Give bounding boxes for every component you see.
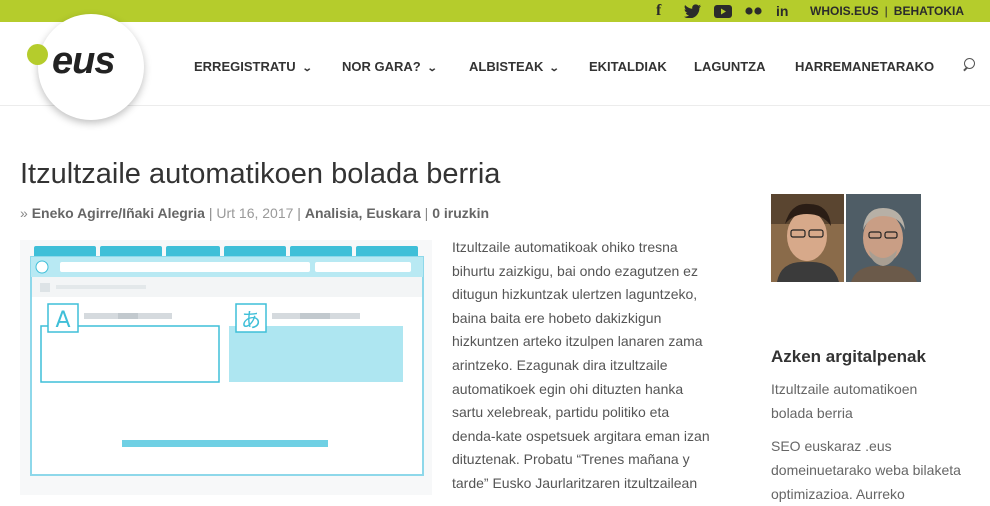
body-line: Itzultzaile automatikoak ohiko tresna [452,239,678,255]
meta-separator: | [420,205,433,221]
nav-item-ekitaldiak[interactable]: EKITALDIAK [589,59,667,74]
nav-label: ERREGISTRATU [194,59,296,74]
youtube-icon [714,4,732,18]
recent-posts-list: Itzultzaile automatikoen bolada berria S… [771,377,986,506]
body-line: tarde” Eusko Jaurlaritzaren itzultzailea… [452,474,698,491]
article-body: Itzultzaile automatikoak ohiko tresna bi… [452,236,742,496]
nav-item-harremanetarako[interactable]: HARREMANETARAKO [795,59,934,74]
nav-label: ALBISTEAK [469,59,544,74]
chevron-down-icon: ⌄ [426,63,438,74]
nav-item-nor-gara[interactable]: NOR GARA? ⌄ [342,59,438,74]
body-line: arintzeko. Ezagunak dira itzultzaile [452,356,668,373]
meta-separator: | [293,205,305,221]
nav-label: EKITALDIAK [589,59,667,74]
nav-item-laguntza[interactable]: LAGUNTZA [694,59,766,74]
search-icon[interactable] [962,58,976,74]
nav-item-albisteak[interactable]: ALBISTEAK ⌄ [469,59,561,74]
top-links: WHOIS.EUS | BEHATOKIA [810,0,964,22]
facebook-link[interactable]: f [656,0,670,22]
chevron-down-icon: ⌄ [301,63,313,74]
recent-post-line: bolada berria [771,405,853,421]
recent-post-link[interactable]: SEO euskaraz .eus domeinuetarako weba bi… [771,434,986,506]
flickr-link[interactable] [745,0,763,22]
logo-text[interactable]: eus [52,40,115,83]
browser-translation-illustration: A あ [30,246,424,476]
top-link-separator: | [884,4,888,18]
article-title: Itzultzaile automatikoen bolada berria [20,158,501,190]
meta-authors[interactable]: Eneko Agirre/Iñaki Alegria [32,205,205,221]
authors-photo [771,194,921,282]
body-line: ditugun hizkuntzak ulertzen laguntzeko, [452,286,698,303]
body-line: dituztenak. Probatu “Trenes mañana y [452,451,690,468]
top-link-whois[interactable]: WHOIS.EUS [810,4,879,18]
flickr-icon [745,7,762,15]
body-line: automatikoek egin ohi dituzten hanka [452,380,684,397]
body-line: denda-kate ospetsuek argitara eman izan [452,427,710,444]
recent-post-line: SEO euskaraz .eus [771,438,892,454]
linkedin-icon: in [776,3,789,19]
body-line: baina baita ere hobeto dakizkigun [452,309,662,326]
body-line: hizkuntzen arteko itzulpen lanaren zama [452,333,703,350]
meta-date: Urt 16, 2017 [216,205,294,221]
main-nav: ERREGISTRATU ⌄ NOR GARA? ⌄ ALBISTEAK ⌄ EKIT… [0,22,990,106]
recent-post-link[interactable]: Itzultzaile automatikoen bolada berria [771,377,986,425]
nav-item-erregistratu[interactable]: ERREGISTRATU ⌄ [194,59,313,74]
letter-a-glyph: A [55,308,70,333]
nav-label: NOR GARA? [342,59,421,74]
meta-separator: | [204,205,217,221]
recent-post-line: optimizazioa. Aurreko [771,486,905,502]
logo-dot [27,44,48,65]
body-line: sartu xelebreak, partidu politiko eta [452,404,670,421]
body-line: bihurtu zaizkigu, bai ondo ezagutzen ez [452,262,698,279]
japanese-a-glyph: あ [241,308,261,332]
nav-label: HARREMANETARAKO [795,59,935,74]
recent-post-line: Itzultzaile automatikoen [771,381,918,397]
top-link-behatokia[interactable]: BEHATOKIA [894,4,964,18]
twitter-icon [684,4,701,18]
linkedin-link[interactable]: in [776,0,796,22]
chevron-down-icon: ⌄ [549,63,561,74]
meta-comments[interactable]: 0 iruzkin [432,205,489,221]
top-bar: f in WHOIS.EUS | BEHATOKIA [0,0,990,22]
article-illustration: A あ [20,240,432,495]
meta-categories[interactable]: Analisia, Euskara [305,205,421,221]
youtube-link[interactable] [714,0,734,22]
recent-post-line: domeinuetarako weba bilaketa [771,462,961,478]
twitter-link[interactable] [684,0,704,22]
recent-posts-heading: Azken argitalpenak [771,347,926,366]
meta-prefix: » [20,205,32,221]
facebook-icon: f [656,2,662,19]
nav-label: LAGUNTZA [694,59,766,74]
article-meta: » Eneko Agirre/Iñaki Alegria | Urt 16, 2… [20,205,489,221]
